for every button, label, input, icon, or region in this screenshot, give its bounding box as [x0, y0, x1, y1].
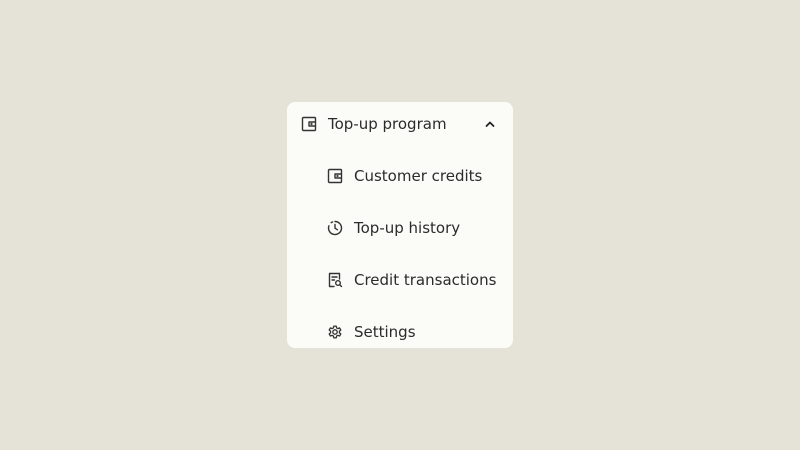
- history-clock-icon: [327, 220, 343, 236]
- menu-item-top-up-history[interactable]: Top-up history: [287, 206, 513, 250]
- chevron-up-icon[interactable]: [483, 117, 497, 131]
- menu-item-label: Credit transactions: [354, 271, 497, 289]
- menu-item-label: Top-up history: [354, 219, 461, 237]
- top-up-program-label: Top-up program: [328, 115, 447, 133]
- top-up-program-toggle[interactable]: Top-up program: [287, 102, 513, 146]
- menu-item-settings[interactable]: Settings: [287, 310, 513, 348]
- top-up-program-menu: Top-up program Customer credits Top-up h…: [287, 102, 513, 348]
- wallet-icon: [301, 116, 317, 132]
- receipt-search-icon: [327, 272, 343, 288]
- menu-item-credit-transactions[interactable]: Credit transactions: [287, 258, 513, 302]
- menu-item-label: Customer credits: [354, 167, 483, 185]
- menu-item-label: Settings: [354, 323, 416, 341]
- menu-item-customer-credits[interactable]: Customer credits: [287, 154, 513, 198]
- wallet-icon: [327, 168, 343, 184]
- gear-icon: [327, 324, 343, 340]
